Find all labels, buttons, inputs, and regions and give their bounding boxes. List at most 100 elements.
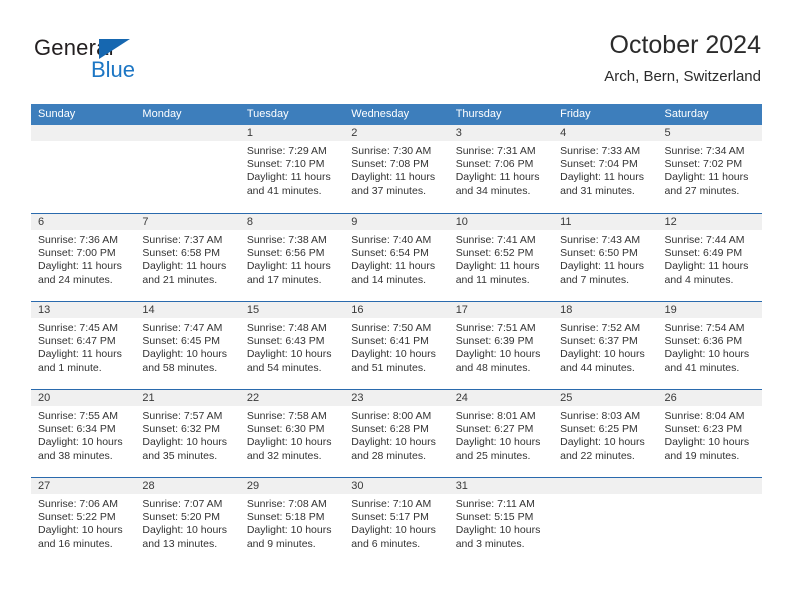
day-detail-line: and 31 minutes.	[560, 184, 635, 197]
week-row: 20 Sunrise: 7:55 AM Sunset: 6:34 PM Dayligh…	[31, 389, 762, 477]
day-detail-line: Sunset: 6:27 PM	[455, 423, 534, 436]
day-cell[interactable]: 16 Sunrise: 7:50 AM Sunset: 6:41 PM Dayligh…	[344, 302, 449, 389]
day-number: 22	[239, 390, 345, 406]
day-detail-line: Sunrise: 7:58 AM	[246, 410, 327, 422]
day-detail-line: and 35 minutes.	[142, 449, 218, 462]
day-cell[interactable]: 19 Sunrise: 7:54 AM Sunset: 6:36 PM Dayligh…	[657, 302, 762, 389]
day-cell[interactable]: 13 Sunrise: 7:45 AM Sunset: 6:47 PM Dayligh…	[31, 302, 136, 389]
day-cell-empty	[657, 478, 762, 565]
day-cell[interactable]: 20 Sunrise: 7:55 AM Sunset: 6:34 PM Dayligh…	[31, 390, 136, 477]
day-number: 16	[344, 302, 449, 318]
day-cell[interactable]: 5 Sunrise: 7:34 AM Sunset: 7:02 PM Daylight…	[657, 125, 762, 213]
day-number: 17	[448, 302, 554, 318]
day-detail-line: and 3 minutes.	[455, 537, 525, 550]
day-cell[interactable]: 24 Sunrise: 8:01 AM Sunset: 6:27 PM Dayligh…	[448, 390, 554, 477]
brand-logo[interactable]: General Blue	[34, 35, 214, 95]
day-cell[interactable]: 21 Sunrise: 7:57 AM Sunset: 6:32 PM Dayligh…	[135, 390, 240, 477]
day-cell[interactable]: 30 Sunrise: 7:10 AM Sunset: 5:17 PM Dayligh…	[344, 478, 449, 565]
day-detail-line: and 22 minutes.	[560, 449, 635, 462]
day-cell[interactable]: 2 Sunrise: 7:30 AM Sunset: 7:08 PM Daylight…	[344, 125, 449, 213]
weekday-header-wednesday: Wednesday	[351, 108, 410, 120]
day-detail-line: Sunrise: 7:52 AM	[560, 322, 641, 334]
day-detail-line: Sunset: 5:18 PM	[246, 511, 325, 524]
day-detail-line: Sunrise: 7:10 AM	[351, 498, 432, 510]
day-detail-line: and 51 minutes.	[351, 361, 426, 374]
day-cell[interactable]: 8 Sunrise: 7:38 AM Sunset: 6:56 PM Daylight…	[239, 214, 345, 301]
day-detail-line: Daylight: 10 hours	[246, 436, 332, 449]
day-number: 29	[239, 478, 345, 494]
day-number: 5	[657, 125, 762, 141]
weekday-header-saturday: Saturday	[664, 108, 709, 120]
day-detail-line: and 37 minutes.	[351, 184, 426, 197]
day-detail-line: Daylight: 10 hours	[351, 524, 436, 537]
week-row: 1 Sunrise: 7:29 AM Sunset: 7:10 PM Daylight…	[31, 125, 762, 213]
day-details: Sunrise: 7:06 AM Sunset: 5:22 PM Daylight:…	[31, 494, 135, 551]
weekday-header-tuesday: Tuesday	[246, 108, 289, 120]
day-details: Sunrise: 7:30 AM Sunset: 7:08 PM Daylight:…	[344, 141, 448, 198]
day-cell[interactable]: 18 Sunrise: 7:52 AM Sunset: 6:37 PM Dayligh…	[553, 302, 658, 389]
week-row: 13 Sunrise: 7:45 AM Sunset: 6:47 PM Dayligh…	[31, 301, 762, 389]
day-number: 18	[553, 302, 658, 318]
day-details: Sunrise: 8:00 AM Sunset: 6:28 PM Daylight:…	[344, 406, 448, 463]
day-detail-line: Daylight: 11 hours	[560, 171, 644, 184]
day-details: Sunrise: 7:51 AM Sunset: 6:39 PM Daylight:…	[449, 318, 553, 375]
day-cell[interactable]: 12 Sunrise: 7:44 AM Sunset: 6:49 PM Dayligh…	[657, 214, 762, 301]
day-cell[interactable]: 17 Sunrise: 7:51 AM Sunset: 6:39 PM Dayligh…	[448, 302, 554, 389]
day-cell[interactable]: 7 Sunrise: 7:37 AM Sunset: 6:58 PM Daylight…	[135, 214, 240, 301]
day-number	[657, 478, 762, 494]
day-detail-line: Sunset: 6:56 PM	[246, 247, 325, 260]
day-detail-line: Sunset: 6:30 PM	[246, 423, 325, 436]
day-detail-line: Daylight: 11 hours	[560, 260, 644, 273]
day-detail-line: and 21 minutes.	[142, 273, 218, 286]
day-cell[interactable]: 14 Sunrise: 7:47 AM Sunset: 6:45 PM Dayligh…	[135, 302, 240, 389]
day-detail-line: Sunrise: 8:04 AM	[664, 410, 745, 422]
day-number: 24	[448, 390, 554, 406]
day-number: 12	[657, 214, 762, 230]
day-detail-line: and 4 minutes.	[664, 273, 734, 286]
day-details	[658, 494, 762, 498]
day-cell[interactable]: 10 Sunrise: 7:41 AM Sunset: 6:52 PM Dayligh…	[448, 214, 554, 301]
day-details	[553, 494, 657, 498]
day-detail-line: and 11 minutes.	[455, 273, 530, 286]
day-cell[interactable]: 15 Sunrise: 7:48 AM Sunset: 6:43 PM Dayligh…	[239, 302, 345, 389]
day-detail-line: Sunset: 6:49 PM	[664, 247, 743, 260]
day-cell[interactable]: 1 Sunrise: 7:29 AM Sunset: 7:10 PM Daylight…	[239, 125, 345, 213]
day-detail-line: Daylight: 11 hours	[455, 171, 540, 184]
day-detail-line: Sunrise: 7:08 AM	[246, 498, 327, 510]
day-cell[interactable]: 28 Sunrise: 7:07 AM Sunset: 5:20 PM Dayligh…	[135, 478, 240, 565]
day-cell[interactable]: 3 Sunrise: 7:31 AM Sunset: 7:06 PM Daylight…	[448, 125, 554, 213]
day-detail-line: and 25 minutes.	[455, 449, 531, 462]
day-detail-line: Sunrise: 7:41 AM	[455, 234, 536, 246]
weeks-container: 1 Sunrise: 7:29 AM Sunset: 7:10 PM Daylight…	[31, 125, 762, 565]
day-number	[135, 125, 240, 141]
day-detail-line: Daylight: 11 hours	[664, 171, 749, 184]
week-row: 6 Sunrise: 7:36 AM Sunset: 7:00 PM Daylight…	[31, 213, 762, 301]
day-cell[interactable]: 6 Sunrise: 7:36 AM Sunset: 7:00 PM Daylight…	[31, 214, 136, 301]
day-details: Sunrise: 7:38 AM Sunset: 6:56 PM Daylight:…	[240, 230, 344, 287]
day-cell-empty	[553, 478, 658, 565]
day-detail-line: and 27 minutes.	[664, 184, 740, 197]
day-cell[interactable]: 26 Sunrise: 8:04 AM Sunset: 6:23 PM Dayligh…	[657, 390, 762, 477]
day-details: Sunrise: 7:55 AM Sunset: 6:34 PM Daylight:…	[31, 406, 135, 463]
day-cell[interactable]: 22 Sunrise: 7:58 AM Sunset: 6:30 PM Dayligh…	[239, 390, 345, 477]
day-details: Sunrise: 7:52 AM Sunset: 6:37 PM Daylight:…	[553, 318, 657, 375]
day-detail-line: Sunrise: 7:43 AM	[560, 234, 641, 246]
day-cell[interactable]: 25 Sunrise: 8:03 AM Sunset: 6:25 PM Dayligh…	[553, 390, 658, 477]
day-cell[interactable]: 31 Sunrise: 7:11 AM Sunset: 5:15 PM Dayligh…	[448, 478, 554, 565]
day-cell[interactable]: 23 Sunrise: 8:00 AM Sunset: 6:28 PM Dayligh…	[344, 390, 449, 477]
day-detail-line: Sunset: 5:15 PM	[455, 511, 534, 524]
title-block: October 2024 Arch, Bern, Switzerland	[604, 30, 761, 88]
day-detail-line: Sunrise: 7:33 AM	[560, 145, 641, 157]
day-details: Sunrise: 7:45 AM Sunset: 6:47 PM Daylight:…	[31, 318, 135, 375]
day-detail-line: Sunset: 6:39 PM	[455, 335, 534, 348]
day-detail-line: Daylight: 10 hours	[455, 524, 541, 537]
day-number: 23	[344, 390, 449, 406]
day-cell[interactable]: 29 Sunrise: 7:08 AM Sunset: 5:18 PM Dayligh…	[239, 478, 345, 565]
day-number: 20	[31, 390, 136, 406]
day-cell[interactable]: 9 Sunrise: 7:40 AM Sunset: 6:54 PM Daylight…	[344, 214, 449, 301]
day-details: Sunrise: 7:31 AM Sunset: 7:06 PM Daylight:…	[449, 141, 553, 198]
day-cell[interactable]: 27 Sunrise: 7:06 AM Sunset: 5:22 PM Dayligh…	[31, 478, 136, 565]
day-cell[interactable]: 11 Sunrise: 7:43 AM Sunset: 6:50 PM Dayligh…	[553, 214, 658, 301]
day-cell[interactable]: 4 Sunrise: 7:33 AM Sunset: 7:04 PM Daylight…	[553, 125, 658, 213]
day-number: 31	[448, 478, 554, 494]
